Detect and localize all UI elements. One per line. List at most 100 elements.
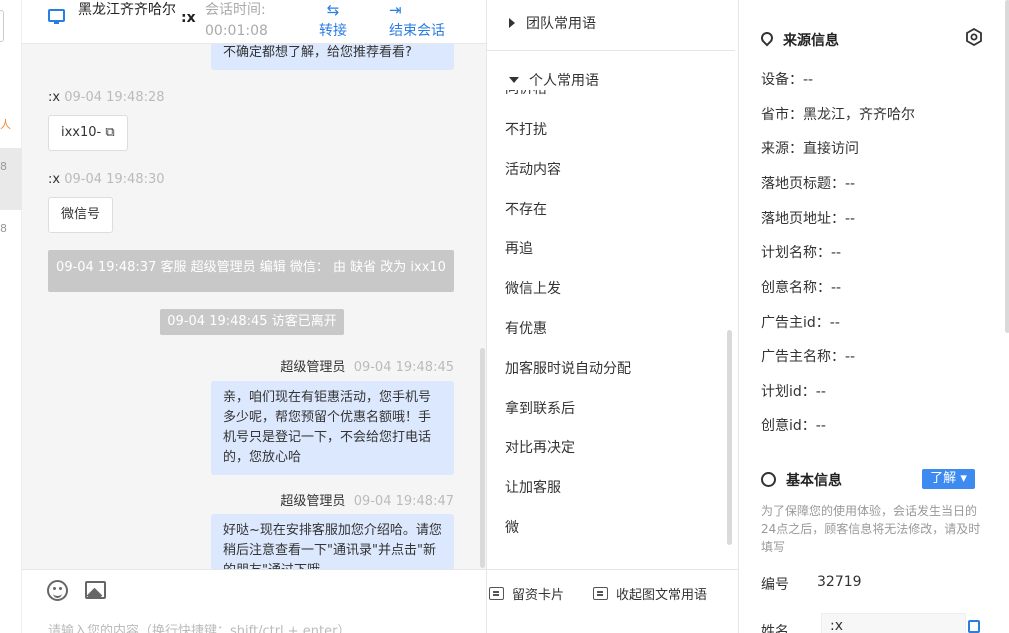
emoji-icon[interactable] — [47, 580, 68, 601]
visitor-message-text: ixx10- — [61, 125, 102, 140]
exit-icon: ⇥ — [389, 1, 402, 19]
personal-phrases-label: 个人常用语 — [529, 73, 599, 89]
visitor-left-notice: 09-04 19:48:45 访客已离开 — [160, 309, 344, 335]
message-time: 09-04 19:48:30 — [64, 172, 165, 187]
visitor-message-meta: :x 09-04 19:48:30 — [48, 172, 165, 187]
search-box-edge[interactable] — [0, 10, 4, 42]
chat-scrollbar[interactable] — [480, 348, 485, 568]
system-edit-notice: 09-04 19:48:37 客服 超级管理员 编辑 微信： 由 缺省 改为 i… — [48, 250, 454, 292]
monitor-icon — [48, 9, 65, 24]
phrase-item[interactable]: 不存在 — [505, 199, 547, 219]
phrase-item[interactable]: 不打扰 — [505, 119, 547, 139]
copy-icon[interactable] — [968, 620, 980, 633]
agent-name: 超级管理员 — [280, 494, 346, 509]
message-list[interactable]: 不确定都想了解，给您推荐看看? :x 09-04 19:48:28 ixx10-… — [22, 36, 486, 570]
app-root: 人 8 8 不确定都想了解，给您推荐看看? :x 09-04 19:48:28 … — [0, 0, 1009, 633]
name-field[interactable]: :x — [821, 613, 966, 633]
team-phrases-label: 团队常用语 — [526, 16, 596, 32]
visitor-info-panel: 来源信息 设备：-- 省市：黑龙江，齐齐哈尔 来源：直接访问 落地页标题：-- … — [738, 0, 1009, 633]
phrase-item[interactable]: 拿到联系后 — [505, 398, 575, 418]
caret-right-icon — [509, 18, 515, 28]
message-input[interactable]: 请输入您的内容（换行快捷键：shift/ctrl + enter） — [48, 620, 351, 633]
agent-message-bubble: 好哒~现在安排客服加您介绍哈。请您稍后注意查看一下"通讯录"并点击"新的朋友"通… — [211, 514, 454, 570]
chat-header: 黑龙江齐齐哈尔 :x 会话时间: 00:01:08 ⇆ 转接 ⇥ 结束会话 — [22, 0, 486, 44]
source-info-label: 来源信息 — [783, 33, 839, 49]
source-info-title: 来源信息 — [758, 29, 839, 50]
session-time-label: 会话时间: — [205, 2, 266, 18]
phrase-item[interactable]: 让加客服 — [505, 477, 561, 497]
visitor-name: :x — [48, 90, 61, 105]
info-row-province: 省市：黑龙江，齐齐哈尔 — [761, 107, 915, 123]
phrase-item[interactable]: 再追 — [505, 238, 533, 258]
info-row-landing-title: 落地页标题：-- — [761, 176, 856, 192]
learn-more-label: 了解 — [930, 471, 957, 486]
end-session-label: 结束会话 — [389, 23, 445, 39]
team-phrases-toggle[interactable]: 团队常用语 — [509, 13, 596, 33]
message-time: 09-04 19:48:28 — [64, 90, 165, 105]
info-row-landing-url: 落地页地址：-- — [761, 211, 856, 227]
visitor-message-text: 微信号 — [61, 207, 101, 222]
copy-icon[interactable]: ⧉ — [105, 125, 114, 140]
agent-message-meta: 超级管理员 09-04 19:48:45 — [280, 356, 454, 375]
card-icon — [489, 587, 504, 600]
agent-name: 超级管理员 — [280, 360, 346, 375]
visitor-message-chip: ixx10- ⧉ — [48, 115, 128, 151]
visitor-name: :x — [48, 172, 61, 187]
id-label: 编号 — [761, 577, 789, 593]
user-icon — [761, 472, 776, 487]
strip-num-2: 8 — [0, 222, 7, 235]
phrase-item[interactable]: 对比再决定 — [505, 437, 575, 457]
name-label: 姓名 — [761, 624, 789, 633]
location-pin-icon — [758, 29, 776, 47]
info-row-creative-name: 创意名称：-- — [761, 280, 842, 296]
info-row-creative-id: 创意id：-- — [761, 418, 826, 434]
transfer-label: 转接 — [319, 23, 347, 39]
basic-info-title: 基本信息 — [761, 470, 842, 490]
message-time: 09-04 19:48:47 — [353, 494, 454, 509]
agent-message-bubble: 亲，咱们现在有钜惠活动，您手机号多少呢，帮您预留个优惠名额哦！手机号只是登记一下… — [211, 381, 454, 475]
image-icon[interactable] — [85, 581, 106, 599]
phrase-item[interactable]: 活动内容 — [505, 159, 561, 179]
chat-panel: 不确定都想了解，给您推荐看看? :x 09-04 19:48:28 ixx10-… — [22, 0, 486, 633]
phrase-item[interactable]: 加客服时说自动分配 — [505, 358, 631, 378]
basic-info-label: 基本信息 — [786, 473, 842, 489]
info-row-device: 设备：-- — [761, 72, 814, 88]
session-time-value: 00:01:08 — [205, 23, 268, 39]
lead-card-button[interactable]: 留资卡片 — [489, 584, 564, 603]
agent-message-meta: 超级管理员 09-04 19:48:47 — [280, 490, 454, 509]
collapse-rich-phrases-label: 收起图文常用语 — [616, 588, 708, 603]
message-time: 09-04 19:48:45 — [353, 360, 454, 375]
phrase-scrollbar[interactable] — [727, 330, 732, 545]
system-edit-text: 09-04 19:48:37 客服 超级管理员 编辑 微信： 由 缺省 改为 i… — [56, 260, 446, 275]
collapse-rich-phrases-button[interactable]: 收起图文常用语 — [593, 584, 707, 603]
phrase-item[interactable]: 同价格 — [505, 90, 547, 98]
visitor-message-meta: :x 09-04 19:48:28 — [48, 90, 165, 105]
phrase-item[interactable]: 微信上发 — [505, 278, 561, 298]
caret-down-icon — [509, 77, 519, 83]
info-row-plan-id: 计划id：-- — [761, 384, 826, 400]
personal-phrases-toggle[interactable]: 个人常用语 — [509, 70, 599, 90]
settings-icon[interactable] — [965, 28, 983, 46]
phrases-panel: 团队常用语 个人常用语 同价格 不打扰 活动内容 不存在 再追 微信上发 有优惠… — [486, 0, 739, 633]
transfer-button[interactable]: ⇆ 转接 — [319, 0, 347, 42]
info-row-source: 来源：直接访问 — [761, 141, 859, 157]
selected-conversation[interactable] — [0, 148, 22, 210]
phrase-item[interactable]: 有优惠 — [505, 318, 547, 338]
card-icon — [593, 587, 608, 600]
info-row-advertiser-name: 广告主名称：-- — [761, 349, 856, 365]
phrase-item[interactable]: 微 — [505, 517, 519, 537]
end-session-button[interactable]: ⇥ 结束会话 — [389, 0, 445, 42]
learn-more-dropdown[interactable]: 了解 ▾ — [922, 469, 975, 489]
visitor-message-chip: 微信号 — [48, 197, 114, 233]
divider — [487, 50, 735, 51]
info-scrollbar[interactable] — [1005, 0, 1009, 333]
strip-tag: 人 — [0, 118, 11, 131]
strip-num-1: 8 — [0, 160, 7, 173]
visitor-nickname: :x — [181, 10, 196, 26]
visitor-location: 黑龙江齐齐哈尔 — [78, 2, 176, 18]
composer: 请输入您的内容（换行快捷键：shift/ctrl + enter） — [22, 569, 486, 633]
phrase-list[interactable]: 同价格 不打扰 活动内容 不存在 再追 微信上发 有优惠 加客服时说自动分配 拿… — [505, 90, 715, 560]
lead-card-label: 留资卡片 — [512, 588, 565, 603]
transfer-icon: ⇆ — [326, 1, 340, 19]
chevron-down-icon: ▾ — [960, 471, 967, 486]
